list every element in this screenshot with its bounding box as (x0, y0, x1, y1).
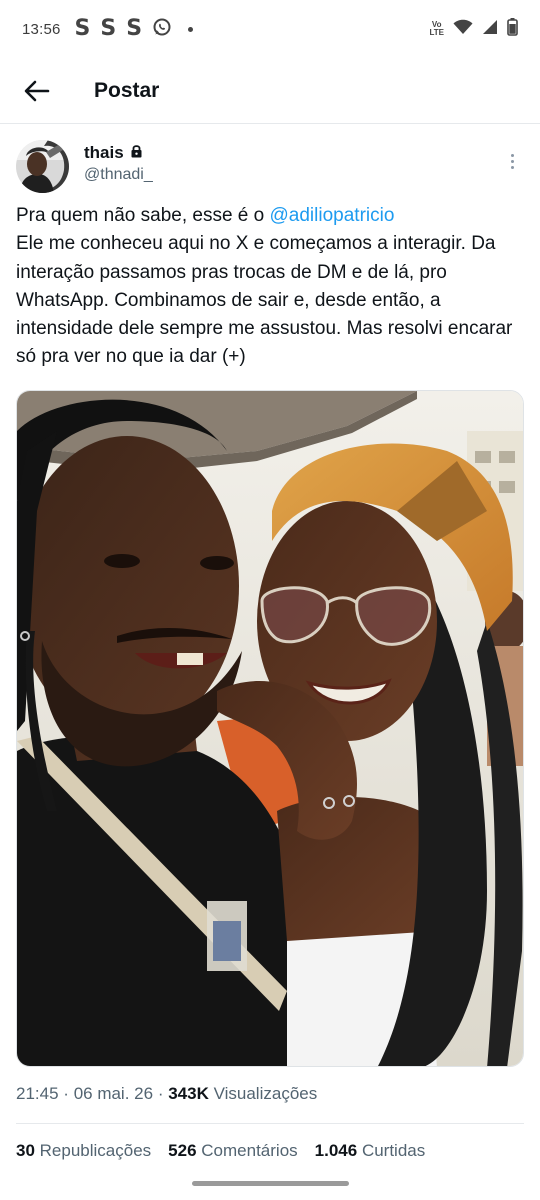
system-status-icons: Vo LTE (429, 17, 518, 41)
post-text-body: Ele me conheceu aqui no X e começamos a … (16, 233, 513, 368)
avatar[interactable] (16, 140, 69, 193)
s-app-icon: S (126, 16, 143, 41)
s-app-icon: S (100, 16, 117, 41)
volte-bottom-label: LTE (429, 28, 444, 37)
app-header: Postar (0, 58, 540, 124)
post-header: thais @thnadi_ (16, 140, 524, 194)
reposts-count: 30 (16, 1141, 35, 1160)
whatsapp-icon (152, 17, 172, 42)
comments-label: Comentários (201, 1141, 298, 1160)
post-date: 06 mai. 26 (73, 1084, 154, 1103)
post-text: Pra quem não sabe, esse é o @adiliopatri… (16, 202, 528, 372)
arrow-left-icon (24, 80, 50, 101)
notification-icons: S S S (75, 17, 194, 42)
more-dot-icon (510, 159, 514, 163)
s-app-icon: S (74, 16, 91, 41)
likes-label: Curtidas (361, 1141, 426, 1160)
signal-icon (482, 19, 498, 40)
views-count: 343K (168, 1084, 209, 1103)
likes-count: 1.046 (314, 1141, 358, 1160)
post-stats: 30 Republicações 526 Comentários 1.046 C… (16, 1141, 425, 1161)
lock-icon (130, 144, 143, 163)
author-block: thais @thnadi_ (84, 143, 153, 184)
more-dot-icon (510, 165, 514, 169)
author-name[interactable]: thais (84, 143, 124, 163)
back-button[interactable] (17, 71, 57, 111)
more-notifications-dot (188, 26, 194, 32)
post-photo[interactable] (16, 390, 524, 1067)
post-text-intro: Pra quem não sabe, esse é o (16, 205, 270, 226)
likes-stat[interactable]: 1.046 Curtidas (315, 1141, 426, 1161)
home-indicator[interactable] (192, 1181, 349, 1186)
battery-icon (507, 17, 518, 41)
status-bar: 13:56 S S S Vo LTE (0, 0, 540, 58)
author-name-row: thais (84, 143, 153, 163)
reposts-stat[interactable]: 30 Republicações (16, 1141, 151, 1161)
post-meta: 21:45 · 06 mai. 26 · 343K Visualizações (16, 1084, 317, 1104)
divider (16, 1123, 524, 1124)
more-options-button[interactable] (500, 146, 524, 176)
reposts-label: Republicações (39, 1141, 152, 1160)
comments-stat[interactable]: 526 Comentários (168, 1141, 297, 1161)
author-handle[interactable]: @thnadi_ (84, 166, 153, 184)
comments-count: 526 (168, 1141, 197, 1160)
wifi-icon (453, 19, 473, 40)
meta-separator: · (157, 1084, 164, 1103)
views-label: Visualizações (213, 1084, 318, 1103)
post-time: 21:45 (16, 1084, 59, 1103)
more-dot-icon (510, 153, 514, 157)
page-title: Postar (94, 78, 160, 102)
meta-separator: · (63, 1084, 69, 1103)
status-time: 13:56 (22, 20, 61, 38)
mention-link[interactable]: @adiliopatricio (270, 205, 395, 226)
views-link[interactable]: 343K Visualizações (168, 1084, 317, 1103)
volte-icon: Vo LTE (429, 21, 444, 37)
